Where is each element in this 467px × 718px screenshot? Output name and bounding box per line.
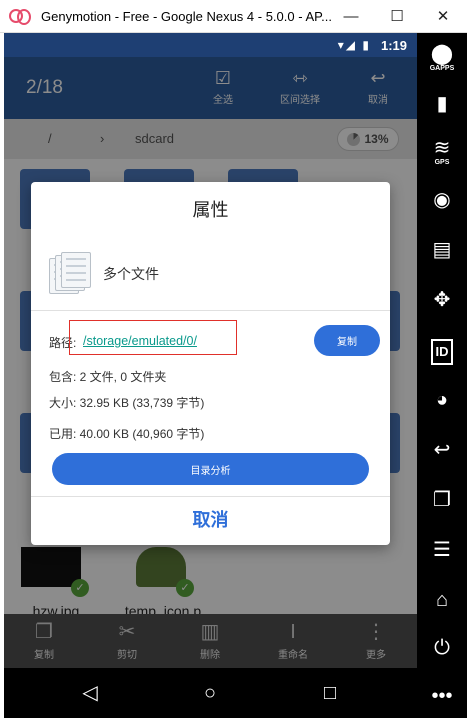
id-icon: ID — [431, 339, 453, 365]
clapperboard-icon: ▤ — [432, 239, 452, 261]
text-cursor-icon: I — [290, 621, 296, 643]
dpad-button[interactable]: ✥ — [417, 289, 467, 311]
more-horiz-icon: ••• — [431, 685, 453, 707]
copy-action-label: 复制 — [34, 650, 54, 661]
bottom-action-bar: ❐ 复制 ✂ 剪切 ▥ 删除 I 重命名 ⋮ 更多 — [4, 614, 417, 668]
status-bar: ▾◢ ▮ 1:19 — [4, 33, 417, 57]
cut-action[interactable]: ✂ 剪切 — [97, 618, 157, 661]
gps-label: GPS — [434, 159, 450, 166]
minimize-button[interactable]: — — [328, 0, 374, 32]
media-button[interactable]: ◕ — [417, 389, 467, 411]
menu-icon: ☰ — [433, 539, 451, 561]
delete-action[interactable]: ▥ 删除 — [180, 618, 240, 661]
window-title: Genymotion - Free - Google Nexus 4 - 5.0… — [41, 8, 332, 24]
trash-icon: ▥ — [200, 621, 220, 643]
maximize-button[interactable]: ☐ — [374, 0, 420, 32]
webcam-icon: ◉ — [433, 189, 451, 211]
copy-path-button[interactable]: 复制 — [314, 325, 380, 356]
gapps-label: GAPPS — [429, 65, 455, 72]
capture-button[interactable]: ▤ — [417, 239, 467, 261]
move-icon: ✥ — [433, 289, 451, 311]
gps-button[interactable]: ≋ GPS — [417, 137, 467, 166]
status-time: 1:19 — [380, 37, 407, 53]
recents-icon[interactable]: □ — [319, 682, 341, 704]
gapps-icon: ⬤ — [430, 43, 454, 65]
more-vert-icon: ⋮ — [366, 621, 386, 643]
back-arrow-icon: ↩ — [433, 439, 451, 461]
power-button[interactable]: ⏻ — [417, 637, 467, 659]
battery-button[interactable]: ▮ — [417, 93, 467, 115]
directory-analysis-button[interactable]: 目录分析 — [52, 453, 369, 485]
contains-info: 包含: 2 文件, 0 文件夹 — [49, 370, 167, 384]
close-window-button[interactable]: ✕ — [420, 0, 466, 32]
copy-icon: ❐ — [35, 621, 53, 643]
home-side-button[interactable]: ⌂ — [417, 589, 467, 611]
genymotion-app-icon — [9, 9, 31, 25]
scissors-icon: ✂ — [118, 621, 136, 643]
cut-action-label: 剪切 — [117, 650, 137, 661]
copy-action[interactable]: ❐ 复制 — [14, 618, 74, 661]
divider — [31, 496, 390, 497]
back-side-button[interactable]: ↩ — [417, 439, 467, 461]
emulator-side-panel: ⬤ GAPPS ▮ ≋ GPS ◉ ▤ ✥ ID ◕ ↩ ❐ ☰ ⌂ ⏻ ••• — [417, 33, 467, 718]
more-action-label: 更多 — [366, 650, 386, 661]
more-action[interactable]: ⋮ 更多 — [346, 618, 406, 661]
delete-action-label: 删除 — [200, 650, 220, 661]
gapps-button[interactable]: ⬤ GAPPS — [417, 43, 467, 72]
emulator-window: Genymotion - Free - Google Nexus 4 - 5.0… — [0, 0, 467, 718]
device-id-button[interactable]: ID — [417, 339, 467, 365]
more-options-button[interactable]: ••• — [417, 685, 467, 707]
multiple-files-icon — [49, 252, 93, 296]
back-icon[interactable]: ◁ — [79, 682, 101, 704]
rename-action-label: 重命名 — [278, 650, 308, 661]
window-title-bar: Genymotion - Free - Google Nexus 4 - 5.0… — [0, 0, 467, 33]
home-roof-icon: ⌂ — [435, 589, 449, 611]
camera-button[interactable]: ◉ — [417, 189, 467, 211]
size-info: 大小: 32.95 KB (33,739 字节) — [49, 396, 205, 410]
recent-apps-button[interactable]: ❐ — [417, 489, 467, 511]
power-icon: ⏻ — [434, 637, 450, 659]
dialog-title: 属性 — [192, 200, 229, 220]
dialog-subject: 多个文件 — [103, 266, 159, 282]
disc-icon: ◕ — [435, 389, 449, 411]
wifi-icon: ≋ — [433, 137, 451, 159]
used-info: 已用: 40.00 KB (40,960 字节) — [49, 427, 205, 441]
recent-apps-icon: ❐ — [433, 489, 451, 511]
dialog-cancel-button[interactable]: 取消 — [31, 500, 390, 545]
highlight-box — [69, 320, 237, 355]
battery-icon: ▮ — [436, 93, 448, 115]
rename-action[interactable]: I 重命名 — [263, 618, 323, 661]
properties-dialog: 属性 多个文件 路径: /storage/emulated/0/ 复制 包含: … — [31, 182, 390, 545]
divider — [31, 310, 390, 311]
menu-button[interactable]: ☰ — [417, 539, 467, 561]
home-icon[interactable]: ○ — [199, 682, 221, 704]
android-nav-bar: ◁ ○ □ — [4, 668, 417, 718]
signal-battery-icon: ▾◢ ▮ — [337, 38, 371, 52]
